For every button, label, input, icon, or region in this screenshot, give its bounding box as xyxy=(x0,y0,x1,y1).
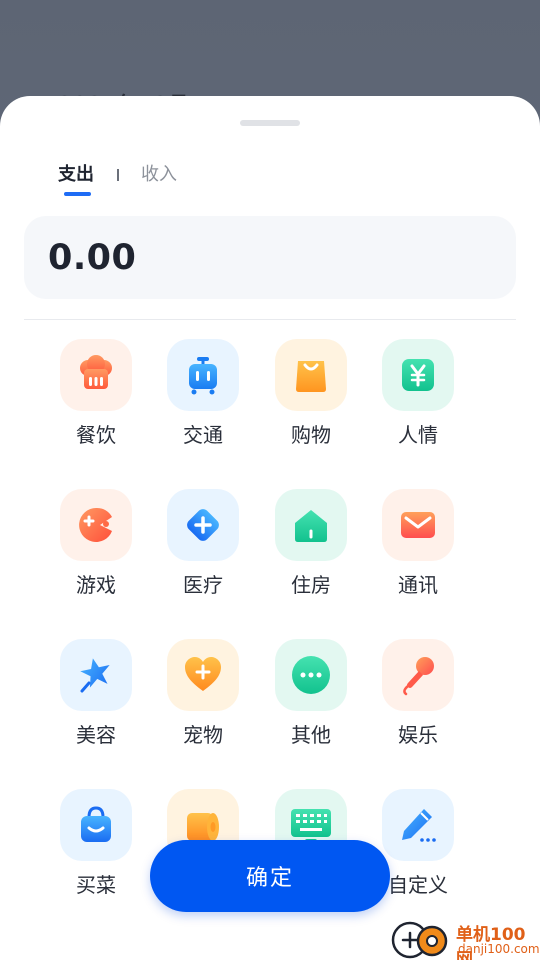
category-tile xyxy=(382,339,454,411)
category-telecom[interactable]: 通讯 xyxy=(368,489,468,599)
category-tile xyxy=(60,639,132,711)
category-tile xyxy=(382,489,454,561)
category-label: 买菜 xyxy=(76,873,116,897)
category-tile xyxy=(167,339,239,411)
category-transport[interactable]: 交通 xyxy=(153,339,253,449)
category-gifts[interactable]: 人情 xyxy=(368,339,468,449)
gamepad-icon xyxy=(79,507,112,542)
add-record-sheet: 支出 收入 0.00 餐饮 交通 购物 人情 游戏 医疗 住房 通讯 美容 宠物… xyxy=(0,96,540,960)
category-tile xyxy=(275,489,347,561)
category-housing[interactable]: 住房 xyxy=(261,489,361,599)
watermark-url: danji100.com xyxy=(458,942,540,956)
category-label: 娱乐 xyxy=(398,723,438,747)
chef-hat-icon xyxy=(80,355,112,389)
category-shopping[interactable]: 购物 xyxy=(261,339,361,449)
tab-income[interactable]: 收入 xyxy=(141,162,177,188)
category-label: 游戏 xyxy=(76,573,116,597)
category-label: 医疗 xyxy=(183,573,223,597)
category-groceries[interactable]: 买菜 xyxy=(46,789,146,899)
gift-money-icon xyxy=(402,359,434,391)
heart-plus-icon xyxy=(185,657,221,691)
watermark: 单机100网 danji100.com xyxy=(388,918,540,960)
category-label: 购物 xyxy=(291,423,331,447)
category-pets[interactable]: 宠物 xyxy=(153,639,253,749)
drag-handle[interactable] xyxy=(240,120,300,126)
basket-icon xyxy=(81,806,111,842)
category-label: 宠物 xyxy=(183,723,223,747)
confirm-button[interactable]: 确定 xyxy=(150,840,390,912)
category-tile xyxy=(60,789,132,861)
watermark-logo-icon xyxy=(391,921,448,959)
category-entertainment[interactable]: 娱乐 xyxy=(368,639,468,749)
category-games[interactable]: 游戏 xyxy=(46,489,146,599)
category-tile xyxy=(382,639,454,711)
category-label: 餐饮 xyxy=(76,423,116,447)
category-label: 通讯 xyxy=(398,573,438,597)
category-tile xyxy=(60,489,132,561)
category-label: 其他 xyxy=(291,723,331,747)
category-tile xyxy=(167,489,239,561)
category-other[interactable]: 其他 xyxy=(261,639,361,749)
tab-divider xyxy=(117,169,119,181)
category-medical[interactable]: 医疗 xyxy=(153,489,253,599)
category-dining[interactable]: 餐饮 xyxy=(46,339,146,449)
category-tile xyxy=(60,339,132,411)
medical-cross-icon xyxy=(187,509,219,541)
category-label: 美容 xyxy=(76,723,116,747)
category-tile xyxy=(275,639,347,711)
pencil-icon xyxy=(402,809,436,842)
amount-value: 0.00 xyxy=(48,238,137,278)
category-tile xyxy=(167,639,239,711)
tab-expense[interactable]: 支出 xyxy=(58,162,94,188)
category-label: 人情 xyxy=(398,423,438,447)
suitcase-icon xyxy=(189,357,217,395)
mail-icon xyxy=(401,512,435,538)
category-tile xyxy=(382,789,454,861)
confirm-button-label: 确定 xyxy=(245,865,294,890)
category-label: 交通 xyxy=(183,423,223,447)
house-icon xyxy=(295,510,327,542)
amount-field[interactable]: 0.00 xyxy=(24,216,516,299)
star-wand-icon xyxy=(80,658,110,693)
category-tile xyxy=(275,339,347,411)
active-tab-indicator xyxy=(64,192,91,196)
category-label: 住房 xyxy=(291,573,331,597)
microphone-icon xyxy=(403,657,434,696)
shopping-bag-icon xyxy=(296,361,326,392)
more-dots-icon xyxy=(292,656,330,694)
category-beauty[interactable]: 美容 xyxy=(46,639,146,749)
divider xyxy=(24,319,516,320)
